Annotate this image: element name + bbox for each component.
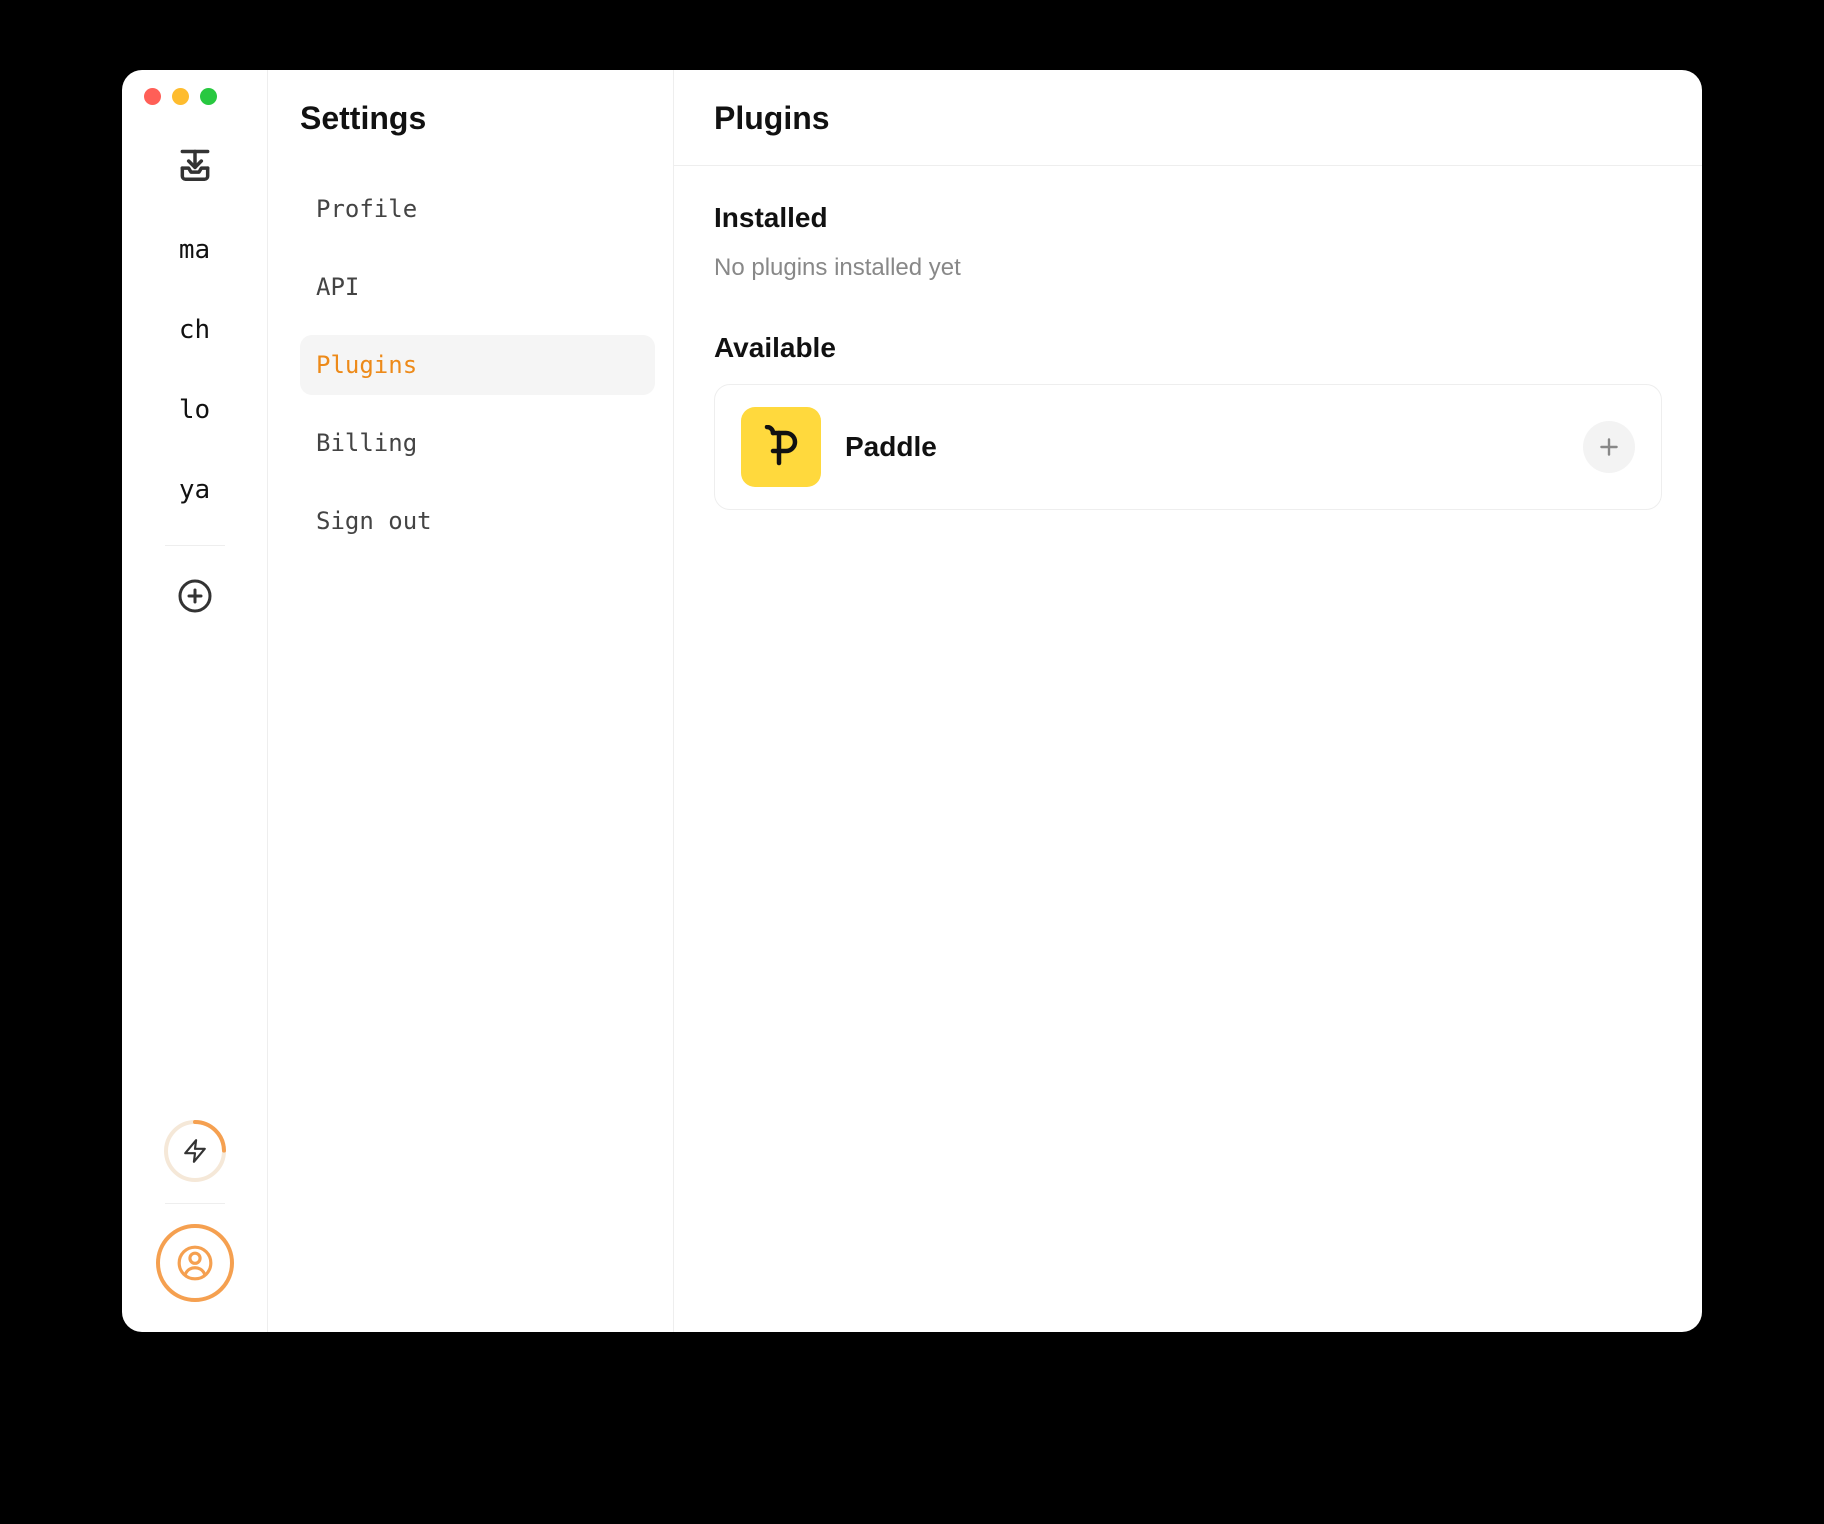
settings-nav-plugins[interactable]: Plugins	[300, 335, 655, 395]
plus-icon	[1596, 434, 1622, 460]
rail-divider	[165, 1203, 225, 1204]
usage-indicator-button[interactable]	[163, 1119, 227, 1183]
window-controls	[144, 88, 217, 105]
profile-button[interactable]	[156, 1224, 234, 1302]
rail-divider	[165, 545, 225, 546]
settings-nav: Profile API Plugins Billing Sign out	[300, 179, 655, 551]
add-workspace-button[interactable]	[175, 576, 215, 616]
installed-section-title: Installed	[714, 202, 1662, 234]
installed-empty-text: No plugins installed yet	[714, 254, 1662, 282]
maximize-window-button[interactable]	[200, 88, 217, 105]
settings-nav-signout[interactable]: Sign out	[300, 491, 655, 551]
settings-nav-profile[interactable]: Profile	[300, 179, 655, 239]
paddle-logo-icon	[759, 425, 803, 469]
app-window: ma ch lo ya	[122, 70, 1702, 1332]
settings-sidebar: Settings Profile API Plugins Billing Sig…	[268, 70, 674, 1332]
main-body: Installed No plugins installed yet Avail…	[674, 166, 1702, 546]
plugin-name: Paddle	[845, 431, 1559, 463]
rail-bottom	[156, 1119, 234, 1332]
user-icon	[176, 1244, 214, 1282]
rail-item[interactable]: ya	[179, 475, 210, 505]
rail-item[interactable]: lo	[179, 395, 210, 425]
settings-title: Settings	[300, 100, 655, 137]
main-content: Plugins Installed No plugins installed y…	[674, 70, 1702, 1332]
page-title: Plugins	[714, 100, 1662, 137]
settings-nav-billing[interactable]: Billing	[300, 413, 655, 473]
plugin-logo	[741, 407, 821, 487]
add-plugin-button[interactable]	[1583, 421, 1635, 473]
available-section-title: Available	[714, 332, 1662, 364]
close-window-button[interactable]	[144, 88, 161, 105]
settings-nav-api[interactable]: API	[300, 257, 655, 317]
rail-item[interactable]: ma	[179, 235, 210, 265]
minimize-window-button[interactable]	[172, 88, 189, 105]
rail-item[interactable]: ch	[179, 315, 210, 345]
rail-workspace-list: ma ch lo ya	[179, 235, 210, 505]
inbox-icon[interactable]	[175, 145, 215, 185]
main-header: Plugins	[674, 70, 1702, 166]
left-rail: ma ch lo ya	[122, 70, 268, 1332]
plugin-card: Paddle	[714, 384, 1662, 510]
